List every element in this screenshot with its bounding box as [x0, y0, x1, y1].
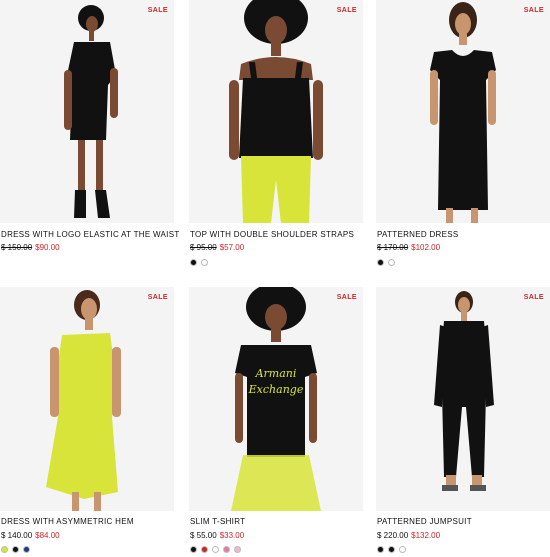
- product-price: $ 220.00 $132.00: [377, 531, 440, 540]
- product-price: $ 140.00 $84.00: [1, 531, 60, 540]
- color-swatch[interactable]: [212, 546, 219, 553]
- color-swatch[interactable]: [1, 546, 8, 553]
- product-card[interactable]: SALE PATTERNED JUMPSUIT $ 220.00 $132.00: [376, 0, 550, 557]
- color-swatch[interactable]: [23, 546, 30, 553]
- sale-price: $84.00: [35, 531, 60, 540]
- product-card[interactable]: Armani Exchange SALE SLIM T-SHIRT $ 55.0…: [189, 0, 363, 557]
- color-swatches: [377, 546, 406, 553]
- product-name[interactable]: PATTERNED JUMPSUIT: [377, 517, 472, 526]
- sale-badge: SALE: [523, 294, 544, 301]
- sale-price: $33.00: [219, 531, 245, 540]
- product-card[interactable]: SALE DRESS WITH ASYMMETRIC HEM $ 140.00 $…: [0, 0, 174, 557]
- sale-badge: SALE: [336, 294, 357, 301]
- color-swatches: [190, 546, 241, 553]
- color-swatch[interactable]: [190, 546, 197, 553]
- product-name[interactable]: SLIM T-SHIRT: [190, 517, 245, 526]
- color-swatch[interactable]: [234, 546, 241, 553]
- color-swatch[interactable]: [223, 546, 230, 553]
- product-image[interactable]: [376, 287, 550, 511]
- original-price: $ 140.00: [1, 531, 33, 540]
- sale-badge: SALE: [147, 294, 168, 301]
- product-image[interactable]: [0, 287, 174, 511]
- product-name[interactable]: DRESS WITH ASYMMETRIC HEM: [1, 517, 134, 526]
- original-price: $ 220.00: [377, 531, 409, 540]
- original-price: $ 55.00: [190, 531, 217, 540]
- svg-text:Exchange: Exchange: [248, 383, 304, 396]
- product-image[interactable]: Armani Exchange: [189, 287, 363, 511]
- sale-price: $132.00: [411, 531, 441, 540]
- product-price: $ 55.00 $33.00: [190, 531, 244, 540]
- svg-text:Armani: Armani: [255, 367, 297, 380]
- color-swatch[interactable]: [12, 546, 19, 553]
- color-swatch[interactable]: [201, 546, 208, 553]
- color-swatches: [1, 546, 30, 553]
- color-swatch[interactable]: [399, 546, 406, 553]
- product-grid: SALE DRESS WITH LOGO ELASTIC AT THE WAIS…: [0, 0, 550, 557]
- color-swatch[interactable]: [377, 546, 384, 553]
- color-swatch[interactable]: [388, 546, 395, 553]
